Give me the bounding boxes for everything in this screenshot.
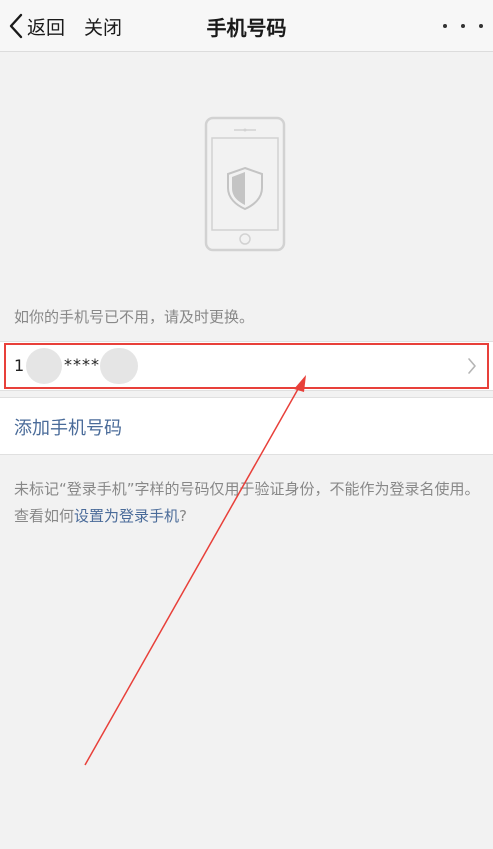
page-title: 手机号码 <box>206 15 287 40</box>
phone-shield-icon <box>204 116 286 252</box>
navigation-bar: 返回 关闭 手机号码 <box>0 0 493 52</box>
back-label: 返回 <box>27 16 66 39</box>
change-phone-hint: 如你的手机号已不用，请及时更换。 <box>14 308 255 326</box>
phone-number-prefix: 1 <box>14 356 25 375</box>
more-button[interactable] <box>443 12 483 40</box>
phone-number-row[interactable]: 1 **** <box>0 341 493 391</box>
close-button[interactable]: 关闭 <box>84 8 122 44</box>
more-icon <box>443 24 447 28</box>
more-icon-dot <box>479 24 483 28</box>
more-icon-dot <box>461 24 465 28</box>
chevron-left-icon <box>9 13 23 39</box>
back-button[interactable]: 返回 <box>8 8 65 44</box>
footnote-suffix: ? <box>179 507 187 525</box>
add-phone-label: 添加手机号码 <box>14 418 122 439</box>
redaction-blur <box>100 348 138 384</box>
login-phone-footnote: 未标记“登录手机”字样的号码仅用于验证身份，不能作为登录名使用。查看如何设置为登… <box>14 476 484 530</box>
set-login-phone-link[interactable]: 设置为登录手机 <box>74 507 179 525</box>
add-phone-row[interactable]: 添加手机号码 <box>0 397 493 455</box>
close-label: 关闭 <box>84 16 123 39</box>
chevron-right-icon <box>468 358 476 374</box>
redaction-blur <box>26 348 62 384</box>
phone-number-masked: **** <box>64 355 100 374</box>
